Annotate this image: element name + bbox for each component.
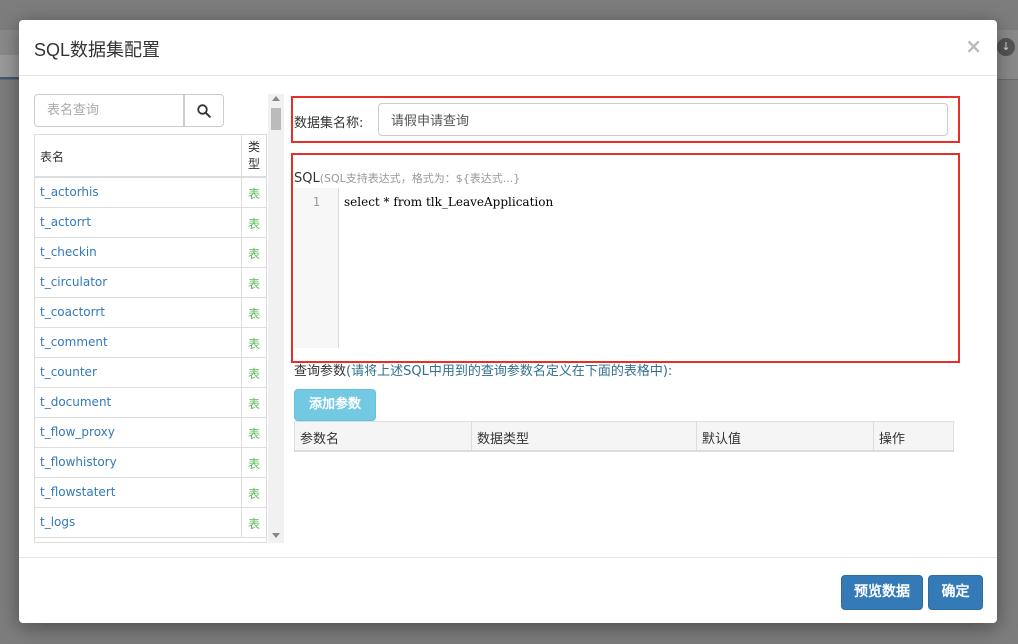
table-row[interactable]: t_coactorrt 表 <box>35 298 266 328</box>
table-row-name[interactable]: t_actorhis <box>40 185 99 199</box>
table-row[interactable]: t_checkin 表 <box>35 238 266 268</box>
table-row-name[interactable]: t_document <box>40 395 111 409</box>
table-row-type: 表 <box>241 478 266 508</box>
add-param-button[interactable]: 添加参数 <box>294 389 376 421</box>
param-column-type: 数据类型 <box>472 422 697 451</box>
column-header-type: 类型 <box>241 135 266 178</box>
query-params-hint: (请将上述SQL中用到的查询参数名定义在下面的表格中): <box>346 364 673 379</box>
table-row[interactable]: t_flowhistory 表 <box>35 448 266 478</box>
table-row[interactable]: t_flowstatert 表 <box>35 478 266 508</box>
query-params-label-text: 查询参数 <box>294 364 347 379</box>
scroll-thumb[interactable] <box>271 108 281 130</box>
confirm-button[interactable]: 确定 <box>928 575 983 610</box>
table-row[interactable]: t_actorrt 表 <box>35 208 266 238</box>
table-row[interactable]: t_logs 表 <box>35 508 266 538</box>
table-row-type: 表 <box>241 238 266 268</box>
params-table-header: 参数名 数据类型 默认值 操作 <box>294 421 954 452</box>
table-row-name[interactable]: t_comment <box>40 335 108 349</box>
table-row-type: 表 <box>241 508 266 538</box>
table-list-header: 表名 类型 <box>35 135 266 178</box>
scroll-down-icon[interactable] <box>272 533 280 538</box>
table-search-input[interactable] <box>34 94 184 127</box>
param-column-default: 默认值 <box>697 422 874 451</box>
param-column-action: 操作 <box>879 432 906 447</box>
modal-footer: 预览数据 确定 <box>19 557 997 623</box>
sql-hint: (SQL支持表达式，格式为：${表达式...} <box>319 172 521 185</box>
sql-code-line[interactable]: select * from tlk_LeaveApplication <box>344 195 553 209</box>
table-row-name[interactable]: t_counter <box>40 365 97 379</box>
download-icon: ↓ <box>997 38 1015 56</box>
table-list-panel: 表名 类型 t_actorhis表t_actorrt表t_checkin表t_c… <box>34 94 284 543</box>
table-row-type: 表 <box>241 178 266 208</box>
close-icon[interactable]: × <box>965 34 982 58</box>
table-row-type: 表 <box>241 298 266 328</box>
table-row-name[interactable]: t_checkin <box>40 245 97 259</box>
table-row-type: 表 <box>241 328 266 358</box>
table-row-name[interactable]: t_actorrt <box>40 215 91 229</box>
param-column-name: 参数名 <box>295 422 472 451</box>
modal-title: SQL数据集配置 <box>34 40 161 60</box>
table-row-name[interactable]: t_flowhistory <box>40 455 117 469</box>
table-row[interactable]: t_document 表 <box>35 388 266 418</box>
table-row-type: 表 <box>241 388 266 418</box>
modal-header: SQL数据集配置 × <box>19 20 997 76</box>
line-number: 1 <box>312 195 320 209</box>
table-row[interactable]: t_circulator 表 <box>35 268 266 298</box>
table-row[interactable]: t_counter 表 <box>35 358 266 388</box>
dataset-name-input[interactable] <box>378 103 948 136</box>
table-row-name[interactable]: t_flow_proxy <box>40 425 115 439</box>
table-row-type: 表 <box>241 208 266 238</box>
query-params-label: 查询参数(请将上述SQL中用到的查询参数名定义在下面的表格中): <box>294 360 672 379</box>
search-button[interactable] <box>184 94 224 127</box>
table-row-name[interactable]: t_flowstatert <box>40 485 115 499</box>
dataset-config-panel: 数据集名称: SQL(SQL支持表达式，格式为：${表达式...} 1 sele… <box>291 96 974 536</box>
table-row-type: 表 <box>241 448 266 478</box>
table-row-type: 表 <box>241 268 266 298</box>
table-row-name[interactable]: t_coactorrt <box>40 305 105 319</box>
sql-label-text: SQL <box>294 171 320 186</box>
preview-data-button[interactable]: 预览数据 <box>841 575 923 610</box>
table-row[interactable]: t_actorhis 表 <box>35 178 266 208</box>
table-row[interactable]: t_comment 表 <box>35 328 266 358</box>
table-row-type: 表 <box>241 358 266 388</box>
table-row[interactable]: t_flow_proxy 表 <box>35 418 266 448</box>
column-header-name: 表名 <box>40 150 65 164</box>
sql-label: SQL(SQL支持表达式，格式为：${表达式...} <box>294 170 520 186</box>
sql-code-editor[interactable]: 1 select * from tlk_LeaveApplication <box>294 188 944 348</box>
scroll-up-icon[interactable] <box>272 96 280 101</box>
line-number-gutter: 1 <box>294 188 339 348</box>
search-icon <box>197 104 211 118</box>
table-list-scrollbar[interactable] <box>268 94 284 543</box>
table-row-name[interactable]: t_logs <box>40 515 75 529</box>
table-row-type: 表 <box>241 418 266 448</box>
table-list: 表名 类型 t_actorhis 表 t_actorrt 表 t_checkin 表 t_c… <box>34 134 267 543</box>
sql-dataset-modal: SQL数据集配置 × 表名 类型 t_actorhis表t_actorrt表t_… <box>19 20 997 623</box>
table-row-name[interactable]: t_circulator <box>40 275 107 289</box>
dataset-name-label: 数据集名称: <box>294 116 364 131</box>
